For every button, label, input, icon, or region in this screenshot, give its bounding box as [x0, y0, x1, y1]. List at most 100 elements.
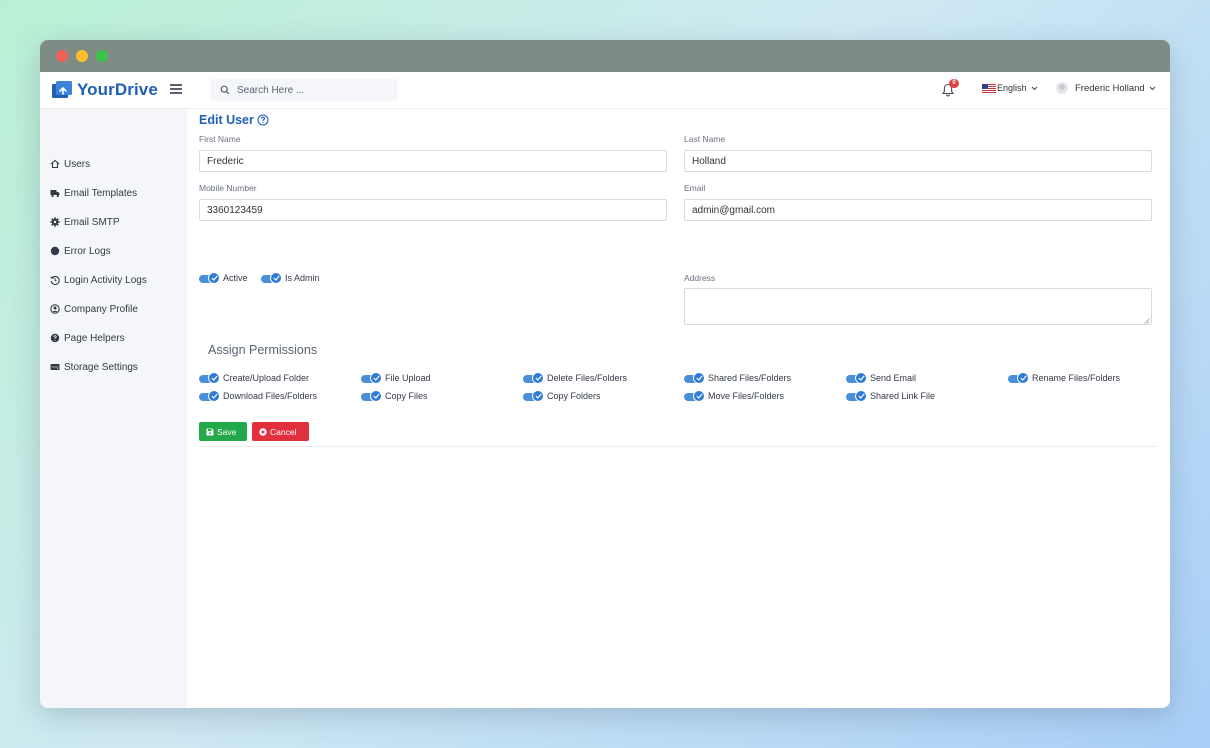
- save-button[interactable]: Save: [199, 422, 247, 441]
- toggle-switch[interactable]: [523, 371, 545, 385]
- search-icon: [220, 85, 230, 95]
- language-label: English: [997, 83, 1027, 93]
- help-circle-icon[interactable]: [257, 114, 269, 126]
- sidebar-item-company-profile[interactable]: Company Profile: [50, 302, 138, 316]
- check-icon: [534, 375, 542, 381]
- us-flag-icon: [982, 83, 996, 93]
- sidebar-item-storage-settings[interactable]: Storage Settings: [50, 360, 138, 374]
- chevron-down-icon: [1031, 86, 1037, 90]
- sidebar-item-login-activity-logs[interactable]: Login Activity Logs: [50, 273, 147, 287]
- last-name-field[interactable]: [684, 150, 1152, 172]
- toggle-switch[interactable]: [846, 389, 868, 403]
- maximize-window-button[interactable]: [96, 50, 108, 62]
- permission-toggle[interactable]: File Upload: [361, 371, 431, 385]
- close-window-button[interactable]: [56, 50, 68, 62]
- menu-toggle-icon[interactable]: [170, 84, 182, 94]
- permission-toggle[interactable]: Copy Files: [361, 389, 428, 403]
- sidebar-item-email-templates[interactable]: Email Templates: [50, 186, 137, 200]
- active-label: Active: [223, 273, 248, 283]
- search-input[interactable]: [237, 84, 387, 96]
- top-navbar: YourDrive 0 E: [40, 72, 1170, 109]
- save-label: Save: [217, 426, 237, 437]
- permission-toggle[interactable]: Create/Upload Folder: [199, 371, 309, 385]
- app-logo[interactable]: YourDrive: [50, 78, 158, 102]
- app-name: YourDrive: [77, 80, 158, 99]
- permission-label: Download Files/Folders: [223, 391, 318, 401]
- sidebar-item-label: Storage Settings: [64, 361, 138, 373]
- notification-badge: 0: [949, 79, 959, 88]
- toggle-switch[interactable]: [361, 371, 383, 385]
- resize-grip-icon[interactable]: [1144, 318, 1150, 324]
- email-label: Email: [684, 183, 706, 193]
- address-field[interactable]: [684, 288, 1152, 325]
- toggle-switch[interactable]: [361, 389, 383, 403]
- sidebar-item-label: Email Templates: [64, 187, 138, 199]
- permission-toggle[interactable]: Shared Link File: [846, 389, 935, 403]
- question-circle-icon: [50, 333, 60, 343]
- window-titlebar: [40, 40, 1170, 72]
- sidebar-item-users[interactable]: Users: [50, 157, 90, 171]
- toggle-switch[interactable]: [846, 371, 868, 385]
- permission-label: Send Email: [870, 373, 917, 383]
- toggle-switch[interactable]: [199, 271, 221, 285]
- check-icon: [534, 393, 542, 399]
- sidebar-item-error-logs[interactable]: Error Logs: [50, 244, 111, 258]
- home-icon: [50, 159, 60, 169]
- permission-label: Delete Files/Folders: [547, 373, 628, 383]
- is-admin-label: Is Admin: [285, 273, 320, 283]
- email-field[interactable]: [684, 199, 1152, 221]
- sidebar-item-label: Error Logs: [64, 245, 111, 257]
- active-toggle[interactable]: Active: [199, 271, 248, 285]
- check-icon: [210, 393, 218, 399]
- check-icon: [372, 393, 380, 399]
- check-icon: [272, 275, 280, 281]
- sidebar: Users Email Templates Email SMTP Error L…: [40, 109, 187, 708]
- mobile-number-label: Mobile Number: [199, 183, 257, 193]
- toggle-switch[interactable]: [1008, 371, 1030, 385]
- assign-permissions-heading: Assign Permissions: [208, 343, 318, 357]
- last-name-label: Last Name: [684, 134, 726, 144]
- user-menu[interactable]: Frederic Holland: [1056, 82, 1156, 94]
- drive-logo-icon: [52, 81, 72, 98]
- search-box: [210, 79, 398, 101]
- permission-label: Shared Link File: [870, 391, 936, 401]
- is-admin-toggle[interactable]: Is Admin: [261, 271, 320, 285]
- first-name-field[interactable]: [199, 150, 667, 172]
- permission-toggle[interactable]: Shared Files/Folders: [684, 371, 791, 385]
- toggle-switch[interactable]: [261, 271, 283, 285]
- permission-toggle[interactable]: Send Email: [846, 371, 916, 385]
- check-icon: [695, 375, 703, 381]
- check-icon: [857, 393, 865, 399]
- cancel-button[interactable]: Cancel: [252, 422, 309, 441]
- sidebar-item-label: Users: [64, 158, 91, 170]
- check-icon: [210, 375, 218, 381]
- address-label: Address: [684, 273, 716, 283]
- permission-toggle[interactable]: Rename Files/Folders: [1008, 371, 1120, 385]
- permission-label: Copy Files: [385, 391, 428, 401]
- toggle-switch[interactable]: [684, 371, 706, 385]
- toggle-switch[interactable]: [684, 389, 706, 403]
- check-icon: [1019, 375, 1027, 381]
- language-selector[interactable]: English: [982, 83, 1038, 93]
- circle-icon: [50, 246, 60, 256]
- sidebar-item-page-helpers[interactable]: Page Helpers: [50, 331, 125, 345]
- permission-toggle[interactable]: Copy Folders: [523, 389, 601, 403]
- chevron-down-icon: [1149, 86, 1156, 90]
- toggle-switch[interactable]: [199, 389, 221, 403]
- mobile-number-field[interactable]: [199, 199, 667, 221]
- floppy-disk-icon: [206, 428, 214, 435]
- permission-toggle[interactable]: Download Files/Folders: [199, 389, 317, 403]
- toggle-switch[interactable]: [523, 389, 545, 403]
- cancel-label: Cancel: [270, 426, 297, 437]
- check-icon: [372, 375, 380, 381]
- avatar: [1056, 82, 1068, 94]
- permission-label: Copy Folders: [547, 391, 601, 401]
- permission-toggle[interactable]: Delete Files/Folders: [523, 371, 627, 385]
- sidebar-item-label: Company Profile: [64, 303, 138, 315]
- toggle-switch[interactable]: [199, 371, 221, 385]
- permission-label: Move Files/Folders: [708, 391, 785, 401]
- history-icon: [50, 275, 60, 285]
- minimize-window-button[interactable]: [76, 50, 88, 62]
- permission-toggle[interactable]: Move Files/Folders: [684, 389, 784, 403]
- sidebar-item-email-smtp[interactable]: Email SMTP: [50, 215, 120, 229]
